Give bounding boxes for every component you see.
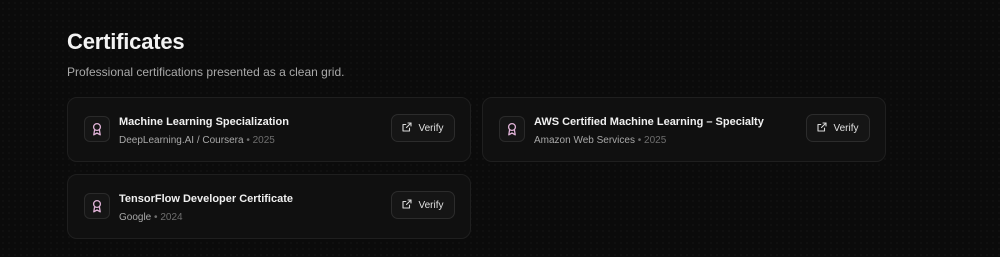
certificate-meta: Google • 2024	[119, 211, 183, 224]
meta-separator: •	[637, 135, 642, 146]
certificates-grid: Machine Learning Specialization DeepLear…	[67, 97, 886, 239]
award-icon	[84, 193, 110, 219]
meta-separator: •	[246, 135, 250, 146]
page-title: Certificates	[67, 29, 185, 54]
external-link-icon	[817, 121, 828, 135]
certificate-meta: DeepLearning.AI / Coursera • 2025	[119, 134, 275, 147]
page-subtitle: Professional certifications presented as…	[67, 65, 345, 79]
external-link-icon	[402, 121, 413, 135]
external-link-icon	[402, 198, 413, 212]
certificate-name: AWS Certified Machine Learning – Special…	[534, 116, 764, 128]
certificate-card: Machine Learning Specialization DeepLear…	[67, 97, 471, 162]
certificate-meta: Amazon Web Services • 2025	[534, 134, 666, 147]
certificate-issuer: Google	[119, 212, 152, 223]
verify-label: Verify	[418, 199, 444, 211]
certificate-card: AWS Certified Machine Learning – Special…	[482, 97, 886, 162]
meta-separator: •	[154, 212, 158, 223]
award-icon	[499, 116, 525, 142]
certificate-year: 2025	[252, 135, 275, 146]
certificate-name: Machine Learning Specialization	[119, 116, 289, 128]
certificate-issuer: Amazon Web Services	[534, 135, 635, 146]
verify-button[interactable]: Verify	[391, 114, 455, 142]
certificate-card: TensorFlow Developer Certificate Google …	[67, 174, 471, 239]
certificate-year: 2024	[160, 212, 183, 223]
certificate-year: 2025	[644, 135, 667, 146]
certificate-name: TensorFlow Developer Certificate	[119, 193, 294, 205]
verify-label: Verify	[418, 122, 444, 134]
verify-label: Verify	[833, 122, 859, 134]
certificate-issuer: DeepLearning.AI / Coursera	[119, 135, 244, 146]
verify-button[interactable]: Verify	[391, 191, 455, 219]
award-icon	[84, 116, 110, 142]
certificates-section-header: Certificates Professional certifications…	[67, 28, 887, 80]
verify-button[interactable]: Verify	[806, 114, 870, 142]
